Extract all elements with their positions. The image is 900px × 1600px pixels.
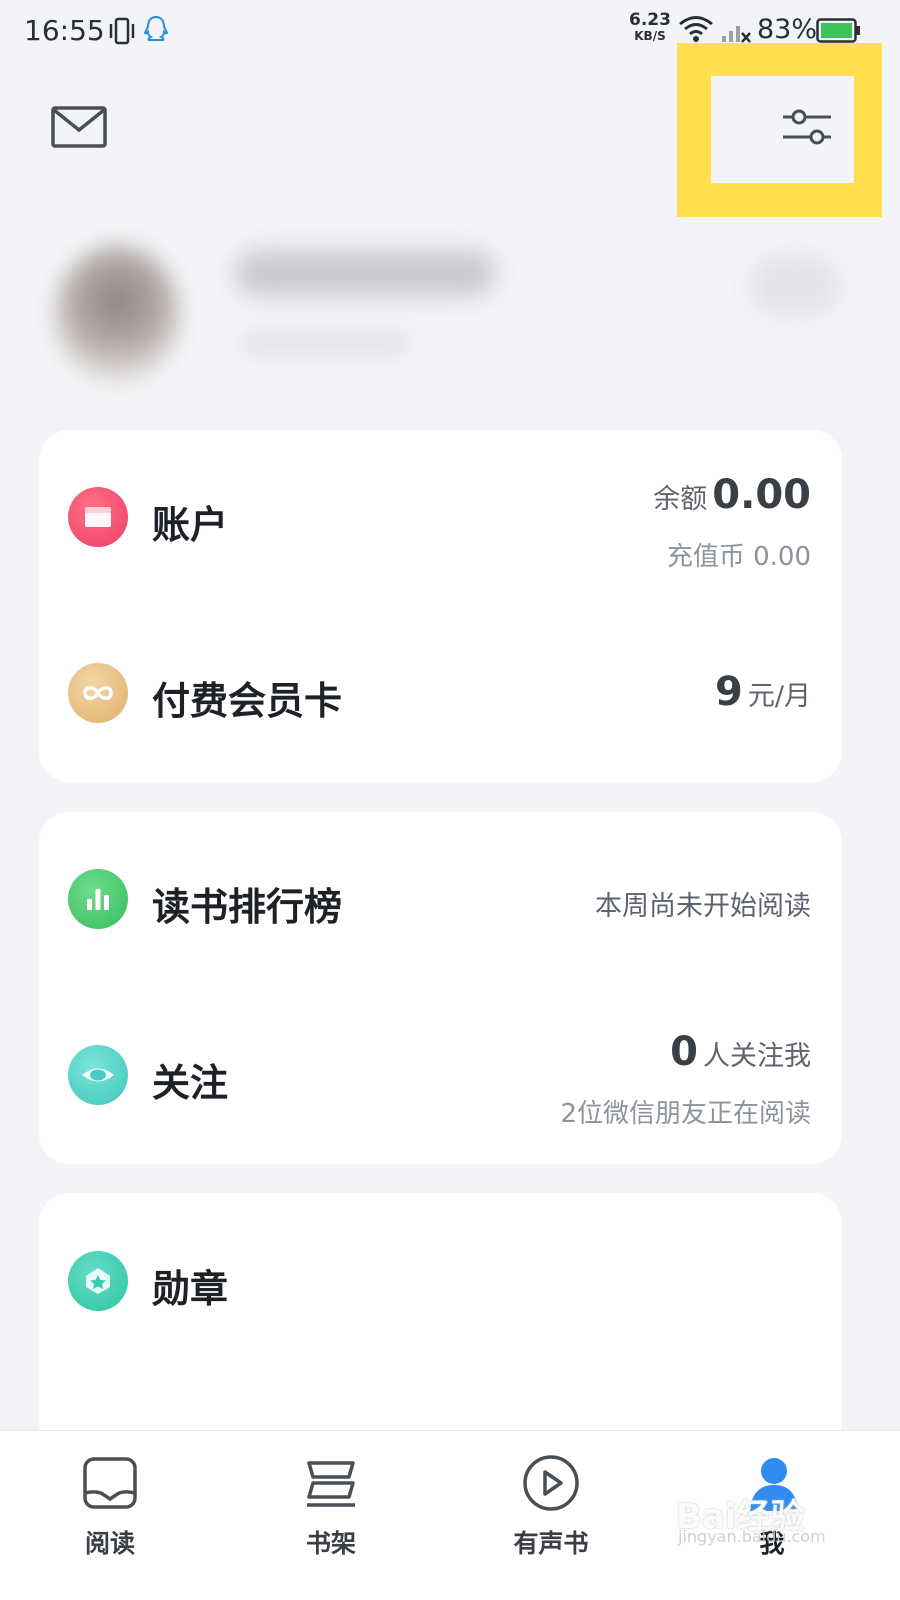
user-name-blurred: [235, 250, 495, 296]
tab-audiobook[interactable]: 有声书: [481, 1431, 621, 1571]
mail-icon[interactable]: [51, 106, 107, 152]
highlight-annotation: [677, 43, 882, 217]
followers-value: 0: [670, 1029, 698, 1075]
medals-row[interactable]: 勋章: [39, 1193, 842, 1368]
net-speed: 6.23 KB/S: [628, 10, 672, 43]
membership-label: 付费会员卡: [152, 679, 343, 723]
medals-card: 勋章: [39, 1193, 842, 1453]
price-value: 9: [714, 669, 743, 715]
watermark-url: jingyan.baidu.com: [678, 1527, 826, 1546]
ranking-status: 本周尚未开始阅读: [595, 891, 811, 922]
balance-value: 0.00: [712, 472, 811, 518]
tab-bookshelf[interactable]: 书架: [261, 1431, 401, 1571]
account-row[interactable]: 账户 余额 0.00 充值币 0.00: [39, 430, 842, 605]
ranking-label: 读书排行榜: [152, 885, 343, 929]
bookshelf-icon: [307, 1461, 355, 1507]
ranking-row[interactable]: 读书排行榜 本周尚未开始阅读: [39, 812, 842, 987]
settings-sliders-icon[interactable]: [781, 107, 833, 151]
book-icon: [83, 1457, 137, 1509]
profile-section[interactable]: [0, 230, 900, 410]
coins-text: 充值币 0.00: [666, 542, 811, 572]
qq-icon: [143, 14, 169, 50]
balance-line: 余额 0.00: [653, 472, 811, 518]
price-unit: 元/月: [747, 681, 811, 712]
account-label: 账户: [152, 503, 229, 547]
tab-audiobook-label: 有声书: [513, 1529, 589, 1558]
follow-label: 关注: [152, 1061, 229, 1105]
reading-card: 读书排行榜 本周尚未开始阅读 关注 0 人关注我 2位微信朋友正在阅读: [39, 812, 842, 1164]
account-card: 账户 余额 0.00 充值币 0.00 付费会员卡 9 元/月: [39, 430, 842, 782]
wallet-icon: [68, 487, 128, 547]
membership-row[interactable]: 付费会员卡 9 元/月: [39, 605, 842, 782]
followers-text: 人关注我: [703, 1041, 811, 1072]
tab-bookshelf-label: 书架: [305, 1529, 356, 1558]
eye-icon: [68, 1045, 128, 1105]
medal-icon: [68, 1251, 128, 1311]
vibrate-icon: [108, 16, 136, 50]
avatar[interactable]: [55, 245, 180, 385]
balance-label: 余额: [653, 484, 708, 515]
play-circle-icon: [523, 1455, 579, 1511]
status-time: 16:55: [24, 14, 105, 47]
tab-read-label: 阅读: [84, 1529, 135, 1558]
follow-row[interactable]: 关注 0 人关注我 2位微信朋友正在阅读: [39, 987, 842, 1164]
medals-label: 勋章: [152, 1267, 229, 1311]
tab-read[interactable]: 阅读: [40, 1431, 180, 1571]
price-line: 9 元/月: [715, 669, 811, 715]
followers-line: 0 人关注我: [670, 1029, 811, 1075]
net-speed-unit: KB/S: [634, 29, 666, 43]
battery-text: 83%: [757, 14, 818, 45]
bar-chart-icon: [68, 869, 128, 929]
net-speed-value: 6.23: [629, 10, 671, 30]
user-subtitle-blurred: [240, 330, 410, 356]
profile-action-blurred[interactable]: [750, 255, 840, 315]
friends-reading-text: 2位微信朋友正在阅读: [560, 1099, 811, 1129]
infinity-icon: [68, 663, 128, 723]
bottom-tab-bar: 阅读 书架 有声书 我 Bai经验 jingyan.baidu.com: [0, 1430, 900, 1600]
